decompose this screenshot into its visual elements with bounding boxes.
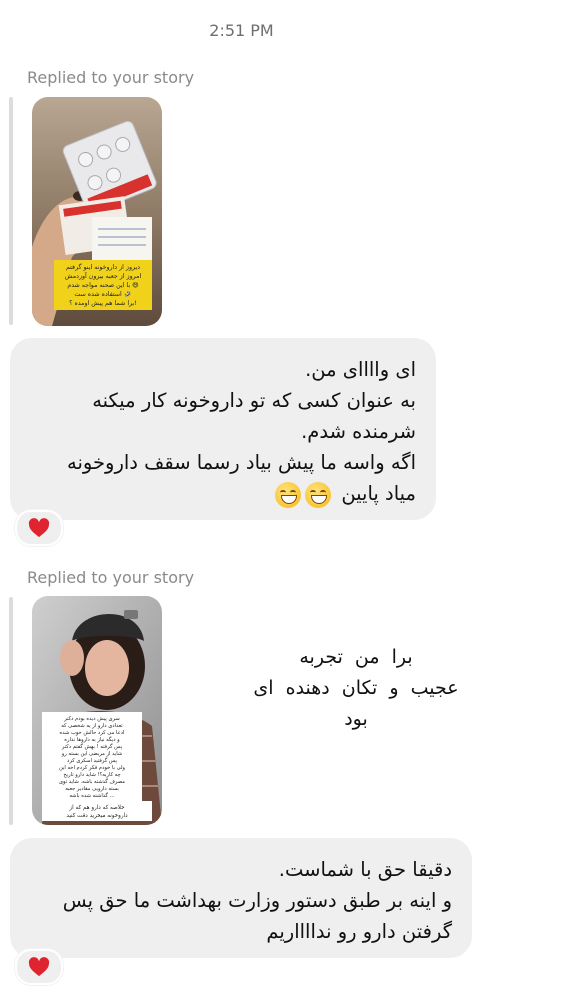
message-bubble[interactable]: ای واااای من. به عنوان کسی که تو داروخون… [10, 338, 436, 520]
replied-to-story-label: Replied to your story [27, 568, 195, 587]
message-text-line: برا من تجربه [299, 646, 413, 668]
story-caption-line: شاید از مریضی این بسته رو [61, 751, 122, 757]
red-heart-icon [28, 957, 50, 977]
story-caption-line: مصرف گذشته باشه. شاید توی [59, 778, 125, 785]
story-caption-line: گذاشته شده باشه ... [69, 792, 115, 799]
reaction-badge[interactable] [15, 510, 63, 546]
message-text-line: ای واااای من. [305, 358, 416, 381]
red-heart-icon [28, 518, 50, 538]
story-caption-line: ادعا می کرد حالش خوب شده [60, 730, 125, 736]
story-caption-line: برا شما هم پیش اومده ؟! [69, 300, 137, 307]
story-caption-line: دیروز از داروخونه اینو گرفتم [66, 263, 140, 271]
message-text-line: گرفتن دارو رو ندااااریم [266, 920, 452, 943]
grinning-face-icon [275, 481, 302, 508]
reply-indicator-bar [9, 97, 13, 325]
message-text-line: عجیب و تکان دهنده ای [253, 677, 459, 699]
story-caption-line: و دیگه نیاز به داروها نداره [64, 736, 120, 743]
story-caption-line: پس گرفته ! بهش گفتم دکتر [61, 743, 123, 750]
message-text-line: به عنوان کسی که تو داروخونه کار میکنه [92, 389, 416, 412]
story-thumbnail[interactable]: سری پیش دیده بودم دکتر تعدادی دارو از یه… [32, 596, 162, 825]
reaction-badge[interactable] [15, 949, 63, 985]
message-text-line: بود [344, 708, 368, 730]
story-caption-line: ولی با خودم فکر کردم اخه این [59, 765, 126, 771]
message-text-line: شرمنده شدم. [301, 420, 416, 443]
story-photo-pills: دیروز از داروخونه اینو گرفتم امروز از جع… [32, 97, 162, 326]
message-text-line: میاد پایین [341, 482, 416, 505]
message-text-line: و اینه بر طبق دستور وزارت بهداشت ما حق پ… [62, 889, 452, 912]
story-thumbnail[interactable]: دیروز از داروخونه اینو گرفتم امروز از جع… [32, 97, 162, 326]
story-caption-line: بسته دارویی مقادیر جعبه [65, 786, 119, 792]
story-caption-line: خلاصه که دارو هم که از [68, 804, 125, 811]
replied-to-story-label: Replied to your story [27, 68, 195, 87]
message-text-line: اگه واسه ما پیش بیاد رسما سقف داروخونه [67, 451, 416, 474]
story-caption-line: سری پیش دیده بودم دکتر [63, 716, 120, 722]
reply-indicator-bar [9, 597, 13, 825]
story-caption-line: پس گرفتید اسکری کرد [67, 757, 117, 764]
story-photo-selfie: سری پیش دیده بودم دکتر تعدادی دارو از یه… [32, 596, 162, 825]
message-bubble[interactable]: دقیقا حق با شماست. و اینه بر طبق دستور و… [10, 838, 472, 958]
story-caption-line: چه کاریه؟! شاید دارو تاریخ [63, 772, 120, 778]
story-caption-line: داروخونه میخرید دقت کنید [66, 812, 128, 819]
story-caption-line: امروز از جعبه بیرون آوردمش [65, 271, 142, 280]
message-timestamp: 2:51 PM [209, 21, 274, 40]
grinning-face-icon [305, 481, 332, 508]
story-caption-line: تعدادی دارو از یه شخصی که [61, 723, 123, 729]
story-caption-line: استفاده شده ست 🤣 [74, 290, 131, 298]
story-caption-line: با این صحنه مواجه شدم 😄 [67, 282, 139, 289]
message-text-line: دقیقا حق با شماست. [278, 858, 452, 881]
story-reply-text[interactable]: برا من تجربه عجیب و تکان دهنده ای بود [226, 642, 486, 735]
